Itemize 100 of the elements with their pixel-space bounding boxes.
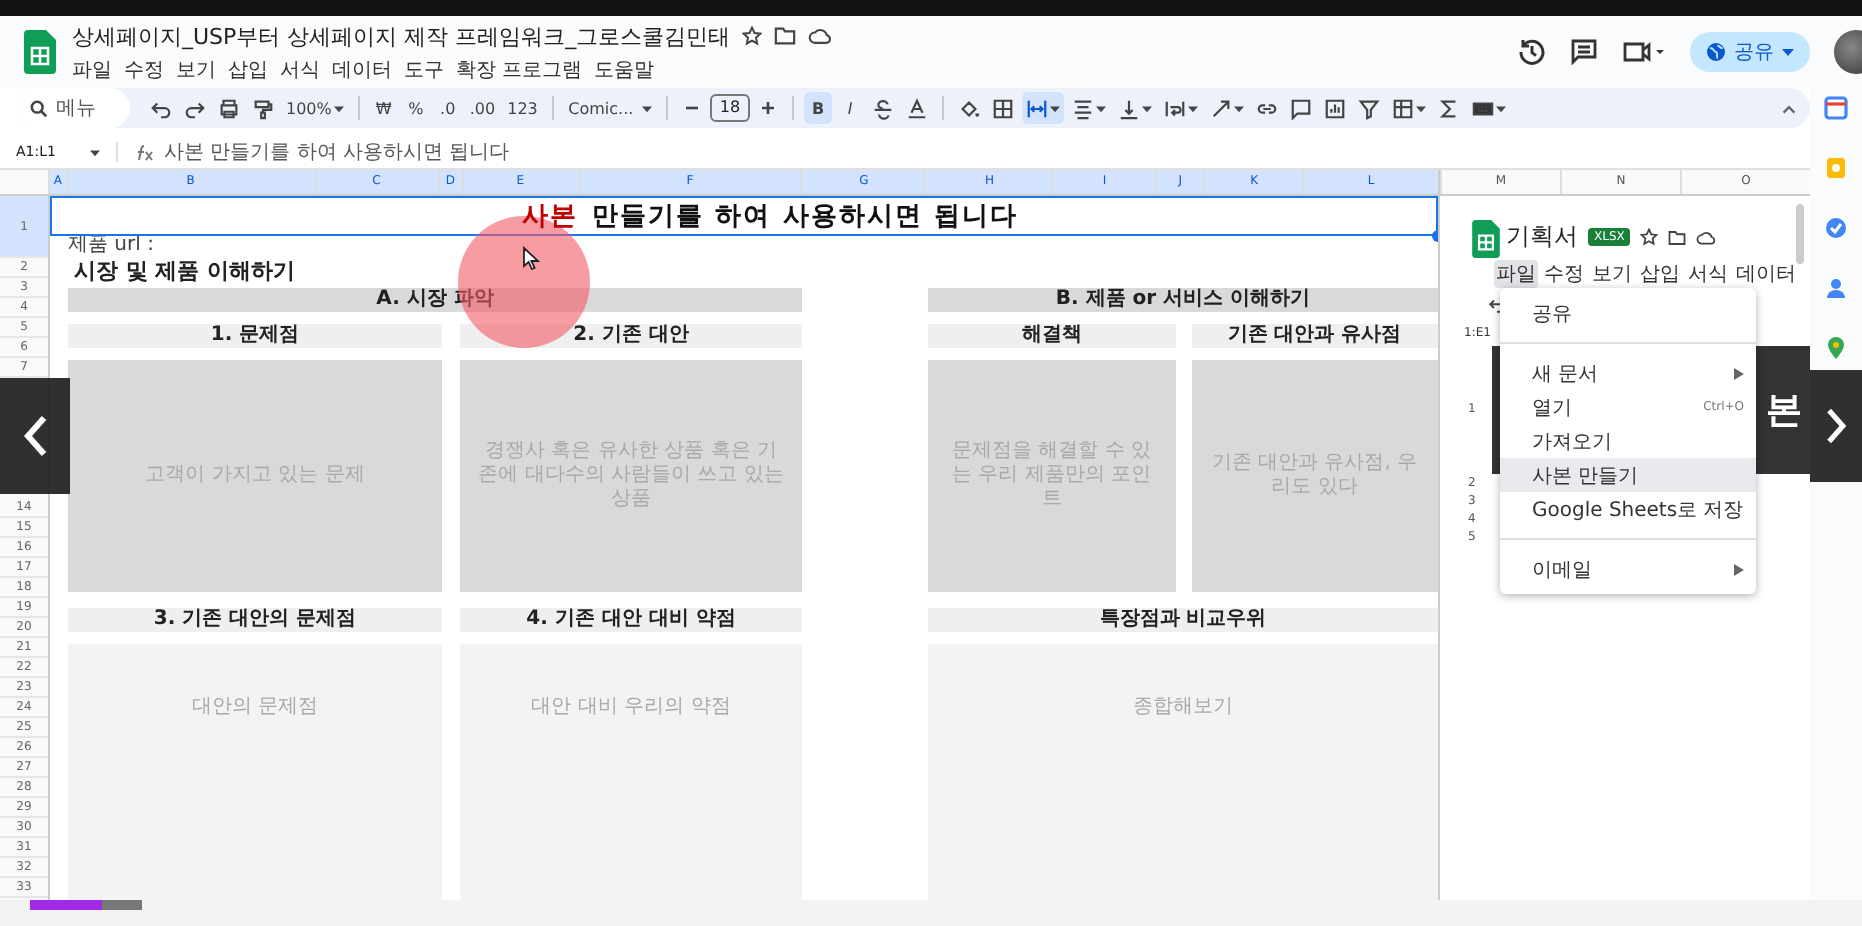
card-hint: 대안의 문제점 xyxy=(191,696,319,720)
caret-icon xyxy=(641,103,652,113)
previous-button[interactable] xyxy=(0,378,70,494)
share-button[interactable]: 공유 xyxy=(1690,32,1810,72)
spreadsheet-logo-icon[interactable] xyxy=(24,30,56,74)
number-format-button[interactable]: % xyxy=(401,92,430,124)
option-label: 사본 만들기 xyxy=(1532,463,1641,489)
section-title: A. 시장 파악 xyxy=(68,288,802,312)
menu-item[interactable]: 데이터 xyxy=(1734,260,1798,288)
document-title[interactable]: 상세페이지_USP부터 상세페이지 제작 프레임워크_그로스쿨김민태 xyxy=(72,21,731,51)
document-title[interactable]: 기획서 xyxy=(1506,220,1578,254)
undo-icon xyxy=(150,97,172,119)
history-icon[interactable] xyxy=(1518,38,1546,66)
video-call-icon[interactable] xyxy=(1622,38,1666,66)
menu-option[interactable]: 사본 만들기 xyxy=(1500,458,1756,492)
comment-icon xyxy=(1290,97,1313,119)
bold-button[interactable]: B xyxy=(804,92,833,124)
map-pin-icon[interactable] xyxy=(1824,336,1848,360)
star-icon[interactable] xyxy=(1640,228,1659,246)
menu-item[interactable]: 파일 xyxy=(1494,260,1538,288)
star-icon[interactable] xyxy=(742,26,763,46)
menu-item[interactable]: 도움말 xyxy=(594,55,655,83)
comment-icon[interactable] xyxy=(1570,38,1598,66)
option-label: 공유 xyxy=(1532,301,1574,327)
font-select[interactable]: Comic... xyxy=(563,92,656,124)
menu-item[interactable]: 서식 xyxy=(1686,260,1730,288)
menu-option[interactable]: 가져오기 xyxy=(1500,424,1756,458)
scrollbar[interactable] xyxy=(1796,204,1804,264)
function-icon xyxy=(134,143,154,161)
menu-item[interactable]: 삽입 xyxy=(1638,260,1682,288)
submenu-arrow-icon xyxy=(1734,563,1744,575)
plus-icon[interactable] xyxy=(760,100,777,116)
menu-item[interactable]: 파일 xyxy=(72,55,112,83)
buffered-bar xyxy=(102,900,143,910)
merge-button[interactable] xyxy=(1022,92,1065,124)
text-color-icon xyxy=(906,97,929,119)
sum-icon xyxy=(1438,97,1461,119)
menu-option[interactable]: 새 문서 xyxy=(1500,356,1756,390)
menu-item[interactable]: 삽입 xyxy=(228,55,268,83)
folder-icon[interactable] xyxy=(1668,229,1687,245)
menu-item[interactable]: 보기 xyxy=(176,55,216,83)
menu-item[interactable]: 데이터 xyxy=(332,55,392,83)
card-hint: 대안 대비 우리의 약점 xyxy=(531,696,731,720)
spreadsheet-logo-icon[interactable] xyxy=(1472,220,1500,258)
card-title: 해결책 xyxy=(928,324,1175,348)
formula-text[interactable]: 사본 만들기를 하여 사용하시면 됩니다 xyxy=(164,138,510,166)
menu-item[interactable]: 서식 xyxy=(280,55,320,83)
rotate-icon xyxy=(1210,97,1233,119)
caret-icon xyxy=(333,103,344,113)
banner-text: 본 xyxy=(1766,388,1802,434)
cloud-icon[interactable] xyxy=(1696,229,1717,245)
menu-option[interactable]: 이메일 xyxy=(1500,552,1756,586)
menu-item[interactable]: 보기 xyxy=(1590,260,1634,288)
chart-icon xyxy=(1324,97,1347,119)
card-title: 2. 기존 대안 xyxy=(460,324,802,348)
option-label: 새 문서 xyxy=(1532,361,1601,387)
italic-button[interactable]: I xyxy=(836,92,865,124)
menu-option[interactable]: 공유 xyxy=(1500,296,1756,330)
option-label: 이메일 xyxy=(1532,557,1594,583)
next-button[interactable] xyxy=(1810,370,1862,482)
vertical-align-icon xyxy=(1118,97,1141,119)
calendar-icon[interactable] xyxy=(1824,96,1848,120)
caret-icon xyxy=(1050,103,1061,113)
submenu-arrow-icon xyxy=(1734,367,1744,379)
number-format-button[interactable]: .00 xyxy=(465,92,500,124)
number-format-button[interactable]: 123 xyxy=(503,92,542,124)
caret-icon xyxy=(1096,103,1107,113)
menu-item[interactable]: 수정 xyxy=(1542,260,1586,288)
menu-item[interactable]: 도구 xyxy=(404,55,444,83)
fill-color-icon xyxy=(958,97,981,119)
menu-option[interactable]: Google Sheets로 저장 xyxy=(1500,492,1756,526)
strikethrough-icon xyxy=(872,97,895,119)
table-icon xyxy=(1392,97,1415,119)
tasks-icon[interactable] xyxy=(1824,216,1848,240)
folder-icon[interactable] xyxy=(774,26,797,46)
redo-icon xyxy=(184,97,206,119)
number-format-button[interactable]: ₩ xyxy=(369,92,398,124)
menu-search-field[interactable]: 메뉴 xyxy=(16,88,130,128)
caret-icon xyxy=(1234,103,1245,113)
option-label: 가져오기 xyxy=(1532,429,1614,455)
selected-cell-range[interactable]: 사본 만들기를 하여 사용하시면 됩니다 xyxy=(50,196,1438,236)
menu-item[interactable]: 수정 xyxy=(124,55,164,83)
card-title: 특장점과 비교우위 xyxy=(928,608,1438,632)
zoom-select[interactable]: 100% xyxy=(282,92,348,124)
keyboard-icon xyxy=(1472,97,1495,119)
card-title: 4. 기존 대안 대비 약점 xyxy=(460,608,802,632)
number-format-button[interactable]: .0 xyxy=(433,92,462,124)
caret-icon xyxy=(1496,103,1507,113)
cloud-icon[interactable] xyxy=(808,26,833,46)
chevron-left-icon xyxy=(21,414,49,458)
contacts-icon[interactable] xyxy=(1824,276,1848,300)
font-size-field[interactable]: 18 xyxy=(709,94,751,122)
caret-icon[interactable] xyxy=(90,147,100,157)
banner-text: 만들기를 하여 사용하시면 됩니다 xyxy=(592,200,1018,234)
paint-roller-icon xyxy=(252,97,274,119)
section-heading: 시장 및 제품 이해하기 xyxy=(74,258,297,284)
banner-highlight-text: 사본 xyxy=(522,200,579,234)
menu-item[interactable]: 확장 프로그램 xyxy=(456,55,583,83)
merge-icon xyxy=(1026,97,1049,119)
filter-icon xyxy=(1358,97,1381,119)
